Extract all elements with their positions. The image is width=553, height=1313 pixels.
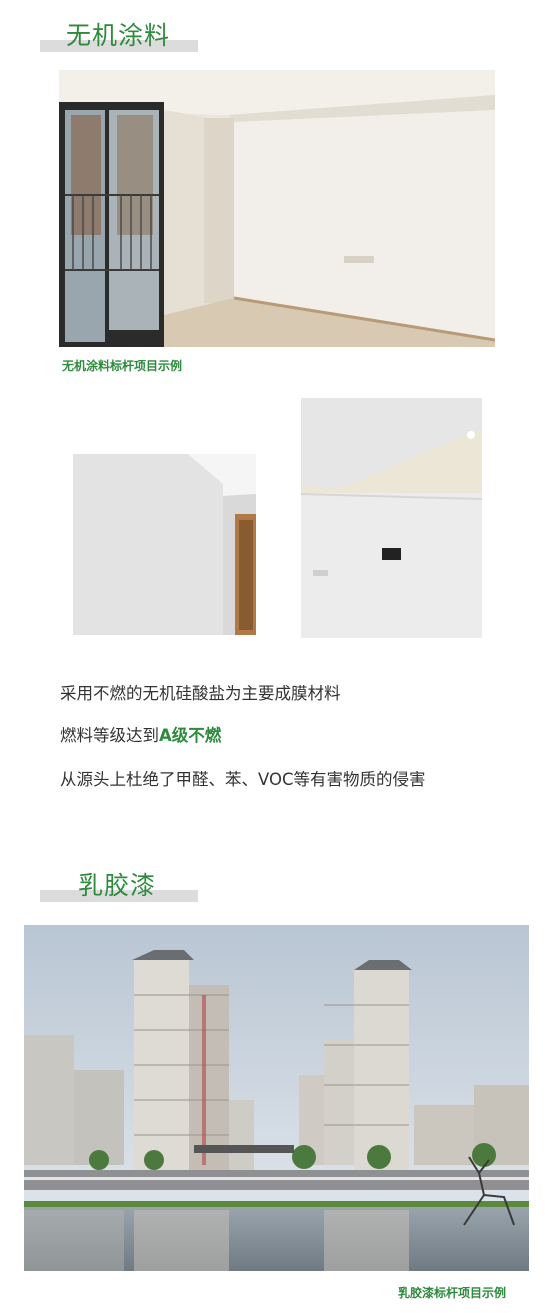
feature-line-2: 燃料等级达到A级不燃 [60,722,221,746]
feature-line-3: 从源头上杜绝了甲醛、苯、VOC等有害物质的侵害 [60,770,426,789]
photo-caption-inorganic-coating: 无机涂料标杆项目示例 [62,359,183,373]
fire-rating-highlight: A级不燃 [159,726,222,745]
section-heading-inorganic-coating: 无机涂料 [40,8,198,52]
section-title: 乳胶漆 [78,871,157,900]
section-title: 无机涂料 [66,21,171,50]
section-heading-latex-paint: 乳胶漆 [40,858,198,902]
feature-line-1: 采用不燃的无机硅酸盐为主要成膜材料 [60,684,341,703]
room-photo-corner-wall [73,454,256,635]
building-photo-latex-paint [24,925,529,1271]
room-photo-ceiling-wall [301,398,482,638]
room-photo-inorganic-coating [59,70,495,347]
feature-line-2-text: 燃料等级达到 [60,726,159,745]
photo-caption-latex-paint: 乳胶漆标杆项目示例 [398,1286,507,1300]
